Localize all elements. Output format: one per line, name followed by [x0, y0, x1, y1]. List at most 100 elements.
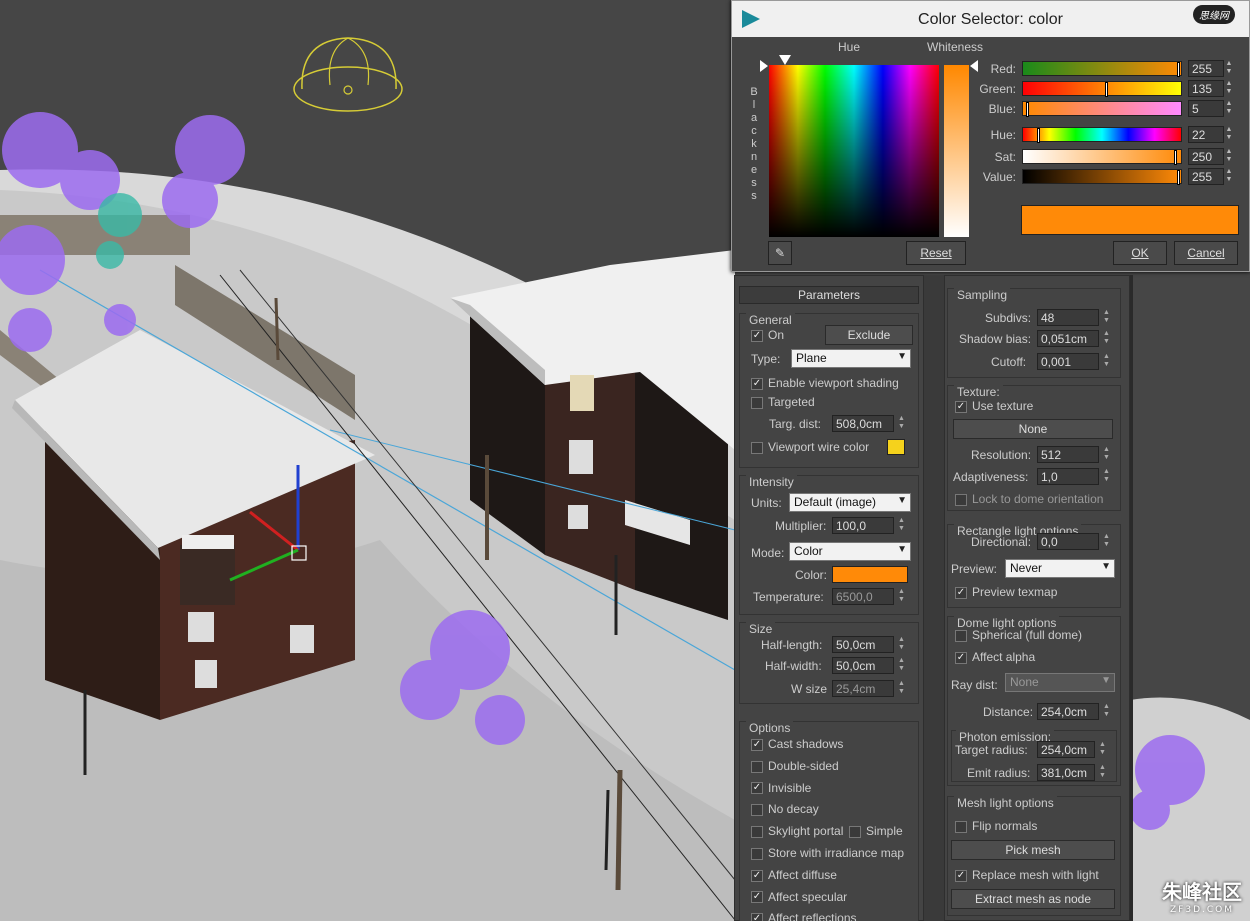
option-double-sided[interactable]: Double-sided [751, 759, 839, 773]
option-check[interactable] [751, 760, 763, 773]
slider-spinner[interactable]: ▲ ▼ [1224, 80, 1234, 97]
slider-spinner[interactable]: ▲ ▼ [1224, 100, 1234, 117]
option-check[interactable]: ✓ [751, 891, 763, 904]
flip-normals-check[interactable] [955, 820, 967, 833]
targ-dist-field[interactable]: 508,0cm [832, 415, 894, 432]
use-texture-check[interactable]: ✓ [955, 400, 967, 413]
distance-field[interactable]: 254,0cm [1037, 703, 1099, 720]
slider-value-field[interactable]: 250 [1188, 148, 1224, 165]
slider-track[interactable] [1022, 169, 1182, 185]
slider-track[interactable] [1022, 149, 1182, 165]
preview-select[interactable]: Never ▼ [1005, 559, 1115, 578]
adaptiveness-spinner[interactable]: ▲ ▼ [1102, 468, 1111, 485]
temperature-field[interactable]: 6500,0 [832, 588, 894, 605]
temperature-spinner[interactable]: ▲ ▼ [897, 588, 906, 605]
slider-value-field[interactable]: 255 [1188, 60, 1224, 77]
dialog-titlebar[interactable]: Color Selector: color 思缘网 [732, 1, 1249, 37]
directional-field[interactable]: 0,0 [1037, 533, 1099, 550]
on-checkbox[interactable]: ✓ On [751, 328, 784, 342]
option-affect-diffuse[interactable]: ✓ Affect diffuse [751, 868, 837, 882]
lock-dome-checkbox[interactable]: Lock to dome orientation [955, 492, 1103, 506]
slider-track[interactable] [1022, 101, 1182, 117]
option-check[interactable] [751, 847, 763, 860]
slider-row-value[interactable]: Value: 255 ▲ ▼ [976, 168, 1238, 186]
reset-button[interactable]: Reset [906, 241, 966, 265]
simple-check[interactable] [849, 825, 861, 838]
replace-mesh-check[interactable]: ✓ [955, 869, 967, 882]
option-skylight-portal[interactable]: Skylight portal [751, 824, 843, 838]
eyedropper-button[interactable]: ✎ [768, 241, 792, 265]
pick-mesh-button[interactable]: Pick mesh [951, 840, 1115, 860]
type-select[interactable]: Plane ▼ [791, 349, 911, 368]
extract-mesh-button[interactable]: Extract mesh as node [951, 889, 1115, 909]
slider-spinner[interactable]: ▲ ▼ [1224, 126, 1234, 143]
option-check[interactable]: ✓ [751, 913, 763, 921]
exclude-button[interactable]: Exclude [825, 325, 913, 345]
viewport-wire-color-checkbox[interactable]: Viewport wire color [751, 440, 869, 454]
enable-viewport-check[interactable]: ✓ [751, 377, 763, 390]
option-check[interactable]: ✓ [751, 869, 763, 882]
target-radius-field[interactable]: 254,0cm [1037, 741, 1095, 758]
slider-spinner[interactable]: ▲ ▼ [1224, 148, 1234, 165]
slider-thumb[interactable] [1173, 150, 1177, 165]
w-size-spinner[interactable]: ▲ ▼ [897, 680, 906, 697]
cancel-button[interactable]: Cancel [1174, 241, 1238, 265]
option-check[interactable]: ✓ [751, 738, 763, 751]
target-radius-spinner[interactable]: ▲ ▼ [1098, 741, 1107, 758]
enable-viewport-shading-checkbox[interactable]: ✓ Enable viewport shading [751, 376, 899, 390]
targeted-check[interactable] [751, 396, 763, 409]
ok-button[interactable]: OK [1113, 241, 1167, 265]
slider-value-field[interactable]: 5 [1188, 100, 1224, 117]
option-invisible[interactable]: ✓ Invisible [751, 781, 811, 795]
slider-row-red[interactable]: Red: 255 ▲ ▼ [976, 60, 1238, 78]
preview-texmap-check[interactable]: ✓ [955, 586, 967, 599]
slider-value-field[interactable]: 255 [1188, 168, 1224, 185]
slider-track[interactable] [1022, 81, 1182, 97]
half-length-field[interactable]: 50,0cm [832, 636, 894, 653]
simple-checkbox[interactable]: Simple [849, 824, 903, 838]
whiteness-strip[interactable] [944, 65, 969, 237]
option-check[interactable] [751, 826, 763, 839]
multiplier-field[interactable]: 100,0 [832, 517, 894, 534]
parameters-rollout-header[interactable]: Parameters [739, 286, 919, 304]
cutoff-field[interactable]: 0,001 [1037, 353, 1099, 370]
slider-thumb[interactable] [1104, 82, 1108, 97]
adaptiveness-field[interactable]: 1,0 [1037, 468, 1099, 485]
subdivs-field[interactable]: 48 [1037, 309, 1099, 326]
w-size-field[interactable]: 25,4cm [832, 680, 894, 697]
resolution-spinner[interactable]: ▲ ▼ [1102, 446, 1111, 463]
slider-row-sat[interactable]: Sat: 250 ▲ ▼ [976, 148, 1238, 166]
slider-row-blue[interactable]: Blue: 5 ▲ ▼ [976, 100, 1238, 118]
units-select[interactable]: Default (image) ▼ [789, 493, 911, 512]
slider-thumb[interactable] [1177, 170, 1180, 185]
replace-mesh-checkbox[interactable]: ✓ Replace mesh with light [955, 868, 1099, 882]
option-check[interactable]: ✓ [751, 782, 763, 795]
light-color-swatch[interactable] [832, 566, 908, 583]
slider-row-green[interactable]: Green: 135 ▲ ▼ [976, 80, 1238, 98]
slider-value-field[interactable]: 22 [1188, 126, 1224, 143]
slider-thumb[interactable] [1036, 128, 1040, 143]
distance-spinner[interactable]: ▲ ▼ [1102, 703, 1111, 720]
affect-alpha-checkbox[interactable]: ✓ Affect alpha [955, 650, 1035, 664]
option-affect-reflections[interactable]: ✓ Affect reflections [751, 911, 857, 921]
on-check[interactable]: ✓ [751, 329, 763, 342]
half-width-spinner[interactable]: ▲ ▼ [897, 657, 906, 674]
half-width-field[interactable]: 50,0cm [832, 657, 894, 674]
slider-track[interactable] [1022, 61, 1182, 77]
option-affect-specular[interactable]: ✓ Affect specular [751, 890, 847, 904]
option-cast-shadows[interactable]: ✓ Cast shadows [751, 737, 843, 751]
slider-thumb[interactable] [1177, 62, 1180, 77]
texture-none-button[interactable]: None [953, 419, 1113, 439]
hue-blackness-field[interactable] [769, 65, 939, 237]
slider-spinner[interactable]: ▲ ▼ [1224, 60, 1234, 77]
option-store-with-irradiance-map[interactable]: Store with irradiance map [751, 846, 904, 860]
flip-normals-checkbox[interactable]: Flip normals [955, 819, 1037, 833]
slider-thumb[interactable] [1026, 102, 1030, 117]
multiplier-spinner[interactable]: ▲ ▼ [897, 517, 906, 534]
lock-dome-check[interactable] [955, 493, 967, 506]
slider-track[interactable] [1022, 127, 1182, 143]
emit-radius-spinner[interactable]: ▲ ▼ [1098, 764, 1107, 781]
targeted-checkbox[interactable]: Targeted [751, 395, 815, 409]
affect-alpha-check[interactable]: ✓ [955, 651, 967, 664]
shadow-bias-spinner[interactable]: ▲ ▼ [1102, 330, 1111, 347]
